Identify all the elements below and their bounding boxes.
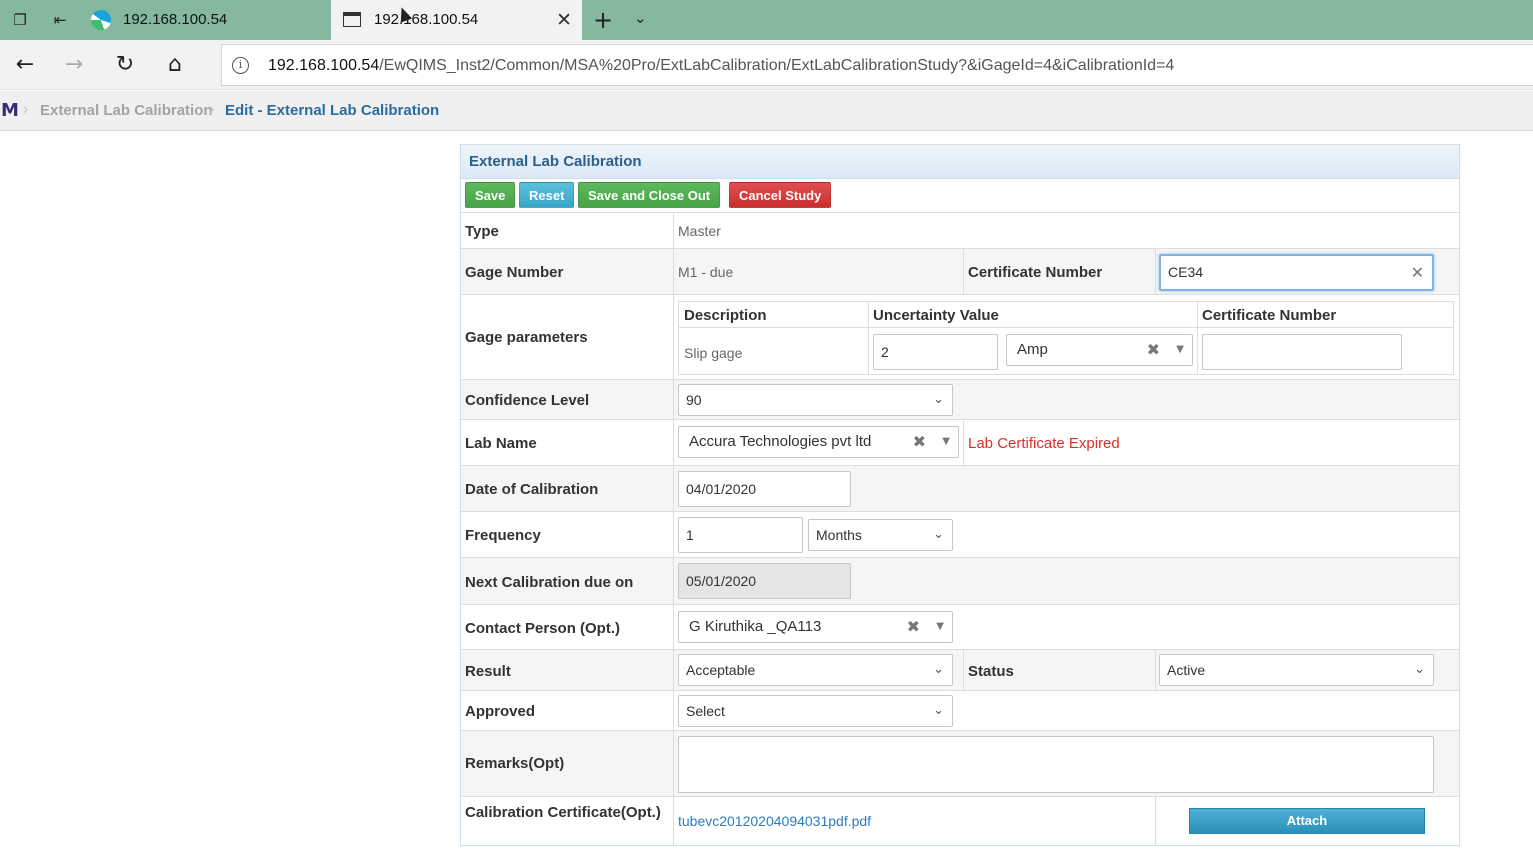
chevron-down-icon[interactable]: ⌄: [634, 9, 647, 27]
close-tab-icon[interactable]: ✕: [556, 9, 572, 31]
uncertainty-unit-select[interactable]: Amp ✖ ▼: [1006, 334, 1193, 366]
breadcrumb-edit-current: Edit - External Lab Calibration: [225, 102, 440, 119]
browser-tab-1[interactable]: 192.168.100.54: [82, 0, 330, 40]
type-label: Type: [465, 223, 499, 240]
panel-title: External Lab Calibration: [469, 153, 642, 170]
certificate-number-input[interactable]: CE34 ✕: [1159, 254, 1434, 291]
lab-certificate-warning: Lab Certificate Expired: [968, 435, 1120, 452]
page-icon: [343, 12, 361, 27]
frequency-row: Frequency 1 Months ⌄: [461, 512, 1459, 558]
attach-button[interactable]: Attach: [1189, 808, 1425, 834]
column-header-certificate: Certificate Number: [1197, 302, 1454, 328]
result-select[interactable]: Acceptable ⌄: [678, 654, 953, 686]
parameter-description: Slip gage: [684, 345, 743, 361]
chevron-down-icon: ⌄: [1414, 662, 1425, 677]
set-tabs-aside-icon[interactable]: ⇤: [50, 10, 70, 30]
status-label: Status: [968, 663, 1014, 680]
date-of-calibration-label: Date of Calibration: [465, 481, 599, 498]
parameter-certificate-input[interactable]: [1202, 334, 1402, 370]
url-text: 192.168.100.54/EwQIMS_Inst2/Common/MSA%2…: [268, 57, 1175, 74]
lab-name-label: Lab Name: [465, 435, 537, 452]
gage-number-label: Gage Number: [465, 264, 564, 281]
gage-parameters-label: Gage parameters: [465, 329, 588, 346]
cancel-study-button[interactable]: Cancel Study: [729, 182, 832, 208]
tab-title: 192.168.100.54: [374, 11, 479, 28]
back-icon[interactable]: ←: [10, 50, 40, 80]
app-logo[interactable]: M: [1, 100, 19, 121]
breadcrumb-external-lab-calibration[interactable]: External Lab Calibration: [40, 102, 213, 119]
gage-number-row: Gage Number M1 - due Certificate Number …: [461, 249, 1459, 295]
status-select[interactable]: Active ⌄: [1159, 654, 1434, 686]
lab-name-row: Lab Name Accura Technologies pvt ltd ✖ ▼…: [461, 420, 1459, 466]
caret-down-icon[interactable]: ▼: [1176, 335, 1184, 365]
uncertainty-value-input[interactable]: 2: [873, 334, 998, 370]
column-header-uncertainty: Uncertainty Value: [868, 302, 1197, 328]
lab-name-select[interactable]: Accura Technologies pvt ltd ✖ ▼: [678, 426, 959, 458]
contact-person-label: Contact Person (Opt.): [465, 620, 621, 637]
approved-label: Approved: [465, 703, 536, 720]
clear-icon[interactable]: ✕: [1411, 256, 1424, 289]
breadcrumb-separator: ›: [22, 99, 30, 120]
clear-icon[interactable]: ✖: [907, 612, 920, 642]
frequency-unit-select[interactable]: Months ⌄: [808, 519, 953, 551]
gage-number-value: M1 - due: [678, 264, 734, 280]
next-calibration-row: Next Calibration due on 05/01/2020: [461, 558, 1459, 605]
clear-icon[interactable]: ✖: [913, 427, 926, 457]
info-icon[interactable]: i: [232, 57, 249, 74]
type-row: Type Master: [461, 213, 1459, 249]
chevron-down-icon: ⌄: [933, 527, 944, 542]
type-value: Master: [678, 223, 721, 239]
result-row: Result Acceptable ⌄ Status Active ⌄: [461, 650, 1459, 691]
home-icon[interactable]: ⌂: [160, 50, 190, 80]
breadcrumb: M › External Lab Calibration › Edit - Ex…: [0, 91, 1533, 131]
browser-tab-strip: ❐ ⇤ 192.168.100.54 192.168.100.54 ✕ + ⌄: [0, 0, 1533, 40]
caret-down-icon[interactable]: ▼: [936, 612, 944, 642]
remarks-textarea[interactable]: [678, 736, 1434, 793]
frequency-input[interactable]: 1: [678, 517, 803, 553]
caret-down-icon[interactable]: ▼: [942, 427, 950, 457]
gage-parameters-row: Gage parameters Description Uncertainty …: [461, 295, 1459, 380]
column-header-description: Description: [679, 302, 868, 328]
calibration-certificate-row: Calibration Certificate(Opt.) tubevc2012…: [461, 797, 1459, 845]
frequency-label: Frequency: [465, 527, 541, 544]
date-of-calibration-input[interactable]: 04/01/2020: [678, 471, 851, 507]
save-button[interactable]: Save: [465, 182, 516, 208]
remarks-label: Remarks(Opt): [465, 755, 565, 772]
action-toolbar: Save Reset Save and Close Out Cancel Stu…: [461, 179, 1459, 213]
tab-title: 192.168.100.54: [123, 11, 228, 28]
site-favicon-icon: [91, 10, 111, 30]
certificate-number-label: Certificate Number: [968, 264, 1103, 281]
confidence-level-row: Confidence Level 90 ⌄: [461, 380, 1459, 420]
approved-row: Approved Select ⌄: [461, 691, 1459, 731]
tab-actions-icon[interactable]: ❐: [10, 10, 30, 30]
next-calibration-input: 05/01/2020: [678, 563, 851, 599]
calibration-certificate-label: Calibration Certificate(Opt.): [465, 804, 661, 821]
calibration-panel: External Lab Calibration Save Reset Save…: [460, 144, 1460, 846]
new-tab-icon[interactable]: +: [593, 6, 613, 34]
chevron-down-icon: ⌄: [933, 703, 944, 718]
clear-icon[interactable]: ✖: [1147, 335, 1160, 365]
reset-button[interactable]: Reset: [519, 182, 575, 208]
save-and-close-out-button[interactable]: Save and Close Out: [578, 182, 721, 208]
next-calibration-label: Next Calibration due on: [465, 574, 634, 591]
address-bar[interactable]: i 192.168.100.54/EwQIMS_Inst2/Common/MSA…: [221, 44, 1533, 86]
gage-parameters-table: Description Uncertainty Value Certificat…: [678, 301, 1454, 375]
remarks-row: Remarks(Opt): [461, 731, 1459, 797]
panel-header: External Lab Calibration: [461, 145, 1459, 179]
contact-person-row: Contact Person (Opt.) G Kiruthika _QA113…: [461, 605, 1459, 650]
approved-select[interactable]: Select ⌄: [678, 695, 953, 727]
date-of-calibration-row: Date of Calibration 04/01/2020: [461, 466, 1459, 512]
browser-toolbar: ← → ↻ ⌂ i 192.168.100.54/EwQIMS_Inst2/Co…: [0, 40, 1533, 90]
result-label: Result: [465, 663, 511, 680]
confidence-level-select[interactable]: 90 ⌄: [678, 384, 953, 416]
chevron-down-icon: ⌄: [933, 662, 944, 677]
certificate-file-link[interactable]: tubevc20120204094031pdf.pdf: [678, 813, 871, 829]
browser-tab-2[interactable]: 192.168.100.54 ✕: [331, 0, 582, 40]
breadcrumb-separator: ›: [208, 99, 216, 120]
forward-icon[interactable]: →: [59, 50, 89, 80]
confidence-level-label: Confidence Level: [465, 392, 590, 409]
refresh-icon[interactable]: ↻: [110, 50, 140, 80]
contact-person-select[interactable]: G Kiruthika _QA113 ✖ ▼: [678, 611, 953, 643]
chevron-down-icon: ⌄: [933, 392, 944, 407]
